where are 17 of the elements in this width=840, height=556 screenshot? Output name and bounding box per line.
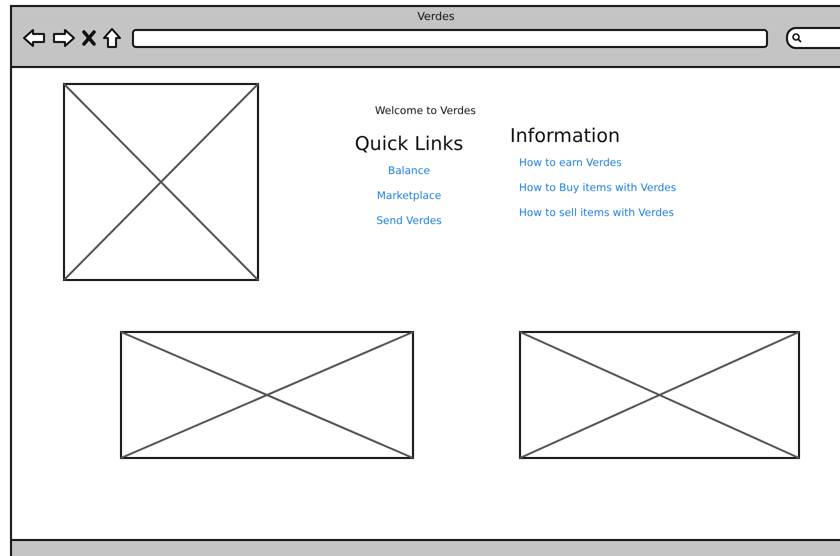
information-link[interactable]: How to sell items with Verdes <box>519 207 674 219</box>
welcome-text: Welcome to Verdes <box>375 105 476 117</box>
information-link[interactable]: How to earn Verdes <box>519 157 622 169</box>
quick-link[interactable]: Marketplace <box>376 190 442 202</box>
back-icon[interactable] <box>22 28 46 48</box>
quick-links-heading: Quick Links <box>354 133 464 155</box>
address-field[interactable] <box>132 28 768 48</box>
search-icon <box>792 33 802 43</box>
information-link[interactable]: How to Buy items with Verdes <box>519 182 676 194</box>
information-heading: Information <box>510 125 620 147</box>
search-field[interactable] <box>786 27 840 49</box>
forward-icon[interactable] <box>52 28 76 48</box>
quick-link[interactable]: Balance <box>388 165 430 177</box>
close-icon[interactable] <box>82 30 96 46</box>
quick-link[interactable]: Send Verdes <box>376 215 442 227</box>
window-title: Verdes <box>417 10 455 23</box>
home-icon[interactable] <box>102 27 122 49</box>
